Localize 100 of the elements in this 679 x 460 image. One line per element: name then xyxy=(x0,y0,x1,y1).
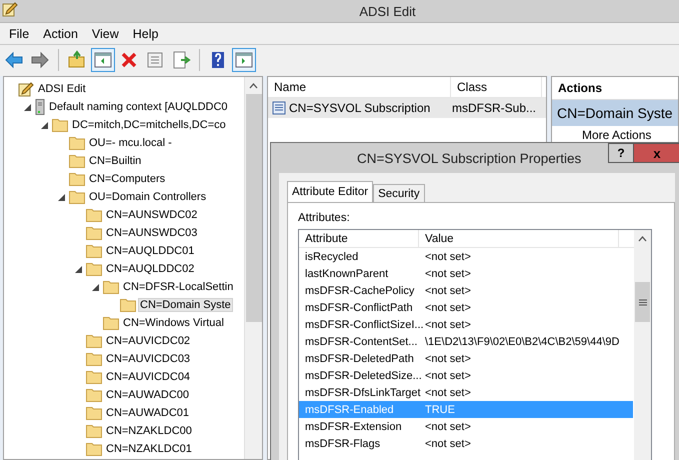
folder-icon xyxy=(86,442,102,456)
right-arrow-icon xyxy=(30,50,50,70)
tree-item[interactable]: CN=NZAKLDC01 xyxy=(4,440,244,458)
menu-item[interactable]: Help xyxy=(126,26,166,40)
actions-section[interactable]: CN=Domain Syste xyxy=(552,100,678,126)
panel-icon xyxy=(93,50,113,70)
tree-item[interactable]: OU=Domain Controllers xyxy=(4,188,244,206)
tree-item[interactable]: CN=AUWADC00 xyxy=(4,386,244,404)
folder-icon xyxy=(69,190,85,204)
tab[interactable]: Security xyxy=(373,184,425,202)
tree-item[interactable]: CN=AUVICDC03 xyxy=(4,350,244,368)
folder-icon xyxy=(69,154,85,168)
expander-icon[interactable] xyxy=(40,122,48,128)
tree-item[interactable]: CN=AUVICDC02 xyxy=(4,332,244,350)
attribute-row[interactable]: msDFSR-DeletedSize... <not set> xyxy=(299,367,633,384)
attribute-name: msDFSR-CachePolicy xyxy=(304,284,416,296)
attribute-name: lastKnownParent xyxy=(304,268,390,280)
attribute-name: msDFSR-Enabled xyxy=(304,404,395,416)
tree-item[interactable]: CN=AUQLDDC02 xyxy=(4,260,244,278)
list-row[interactable]: CN=SYSVOL Subscription msDFSR-Sub... xyxy=(268,98,546,118)
tree-item[interactable]: Default naming context [AUQLDDC0 xyxy=(4,98,244,116)
attribute-row[interactable]: msDFSR-ContentSet... \1E\D2\13\F9\02\E0\B2\4C\B2\59\44\9D xyxy=(299,333,633,350)
scrollbar[interactable] xyxy=(244,77,262,459)
folder-icon xyxy=(86,208,102,222)
attribute-row[interactable]: isRecycled <not set> xyxy=(299,248,633,265)
server-icon xyxy=(35,99,45,115)
folder-icon xyxy=(103,316,119,330)
attribute-value: <not set> xyxy=(424,302,472,314)
help-button[interactable]: ? xyxy=(608,143,634,163)
tree-item[interactable]: CN=DFSR-LocalSettin xyxy=(4,278,244,296)
attribute-value: <not set> xyxy=(424,284,472,296)
tree-item[interactable]: ADSI Edit xyxy=(4,80,244,98)
list-icon xyxy=(272,101,286,115)
tree-item[interactable]: CN=AUVICDC04 xyxy=(4,368,244,386)
attribute-name: msDFSR-DfsLinkTarget xyxy=(304,386,419,398)
column-header[interactable]: Class xyxy=(451,77,542,97)
delete-icon xyxy=(119,50,139,70)
panel-icon xyxy=(234,50,254,70)
expander-icon[interactable] xyxy=(74,266,82,272)
scroll-thumb[interactable] xyxy=(635,282,650,322)
attribute-row[interactable]: msDFSR-DeletedPath <not set> xyxy=(299,350,633,367)
tree-item[interactable]: CN=Computers xyxy=(4,170,244,188)
tree-toggle-button[interactable] xyxy=(91,48,115,72)
folder-icon xyxy=(86,370,102,384)
notepad-pencil-icon xyxy=(18,81,34,97)
tree-item[interactable]: OU=- mcu.local - xyxy=(4,134,244,152)
attributes-label: Attributes: xyxy=(298,212,351,224)
pane-toggle-button[interactable] xyxy=(232,48,256,72)
attribute-row[interactable]: msDFSR-Extension <not set> xyxy=(299,418,633,435)
column-header[interactable]: Value xyxy=(419,230,619,247)
attribute-name: msDFSR-ContentSet... xyxy=(304,336,418,348)
action-link[interactable]: More Actions xyxy=(552,128,678,142)
attribute-name: msDFSR-Extension xyxy=(304,420,403,432)
folder-icon xyxy=(52,118,68,132)
attribute-value: <not set> xyxy=(424,420,472,432)
attribute-value: <not set> xyxy=(424,386,472,398)
tree-item[interactable]: DC=mitch,DC=mitchells,DC=co xyxy=(4,116,244,134)
close-button[interactable]: x xyxy=(633,143,679,163)
column-header[interactable]: Attribute xyxy=(299,230,419,247)
attribute-value: <not set> xyxy=(424,268,472,280)
attribute-value: <not set> xyxy=(424,370,472,382)
menu-item[interactable]: View xyxy=(84,26,126,40)
folder-icon xyxy=(120,298,136,312)
tab[interactable]: Attribute Editor xyxy=(287,181,374,202)
attribute-row[interactable]: msDFSR-DfsLinkTarget <not set> xyxy=(299,384,633,401)
tree-item[interactable]: CN=AUNSWDC03 xyxy=(4,224,244,242)
scrollbar[interactable] xyxy=(634,230,651,460)
expander-icon[interactable] xyxy=(92,284,98,290)
tree-item[interactable]: CN=AUQLDDC01 xyxy=(4,242,244,260)
folder-icon xyxy=(86,262,102,276)
expander-icon[interactable] xyxy=(24,104,30,110)
attribute-row[interactable]: msDFSR-CachePolicy <not set> xyxy=(299,282,633,299)
attribute-name: msDFSR-DeletedPath xyxy=(304,352,415,364)
tree-item[interactable]: CN=Builtin xyxy=(4,152,244,170)
column-header[interactable]: Name xyxy=(268,77,451,97)
tree-item[interactable]: CN=AUWADC01 xyxy=(4,404,244,422)
tree-item[interactable]: CN=AUNSWDC02 xyxy=(4,206,244,224)
expander-icon[interactable] xyxy=(58,194,64,200)
scroll-thumb[interactable] xyxy=(246,94,262,322)
grip-icon xyxy=(638,298,646,306)
attribute-value: \1E\D2\13\F9\02\E0\B2\4C\B2\59\44\9D xyxy=(424,336,619,348)
attribute-row[interactable]: msDFSR-ConflictPath <not set> xyxy=(299,299,633,316)
notepad-pencil-icon xyxy=(2,1,18,17)
attribute-value: <not set> xyxy=(424,438,472,450)
folder-icon xyxy=(86,406,102,420)
tree-item[interactable]: CN=Domain Syste xyxy=(4,296,244,314)
attribute-value: <not set> xyxy=(424,250,472,262)
folder-icon xyxy=(69,172,85,186)
tree-item[interactable]: CN=NZAKLDC00 xyxy=(4,422,244,440)
menu-item[interactable]: File xyxy=(2,26,36,40)
window-title: ADSI Edit xyxy=(358,4,416,18)
tree-item[interactable]: CN=Windows Virtual xyxy=(4,314,244,332)
folder-icon xyxy=(69,136,85,150)
attribute-row[interactable]: msDFSR-Flags <not set> xyxy=(299,435,633,452)
attribute-row[interactable]: lastKnownParent <not set> xyxy=(299,265,633,282)
left-arrow-icon xyxy=(4,50,24,70)
menu-item[interactable]: Action xyxy=(36,26,85,40)
attribute-row[interactable]: msDFSR-ConflictSizeI...<not set> xyxy=(299,316,633,333)
document-icon xyxy=(145,50,165,70)
attribute-name: msDFSR-ConflictPath xyxy=(304,302,414,314)
